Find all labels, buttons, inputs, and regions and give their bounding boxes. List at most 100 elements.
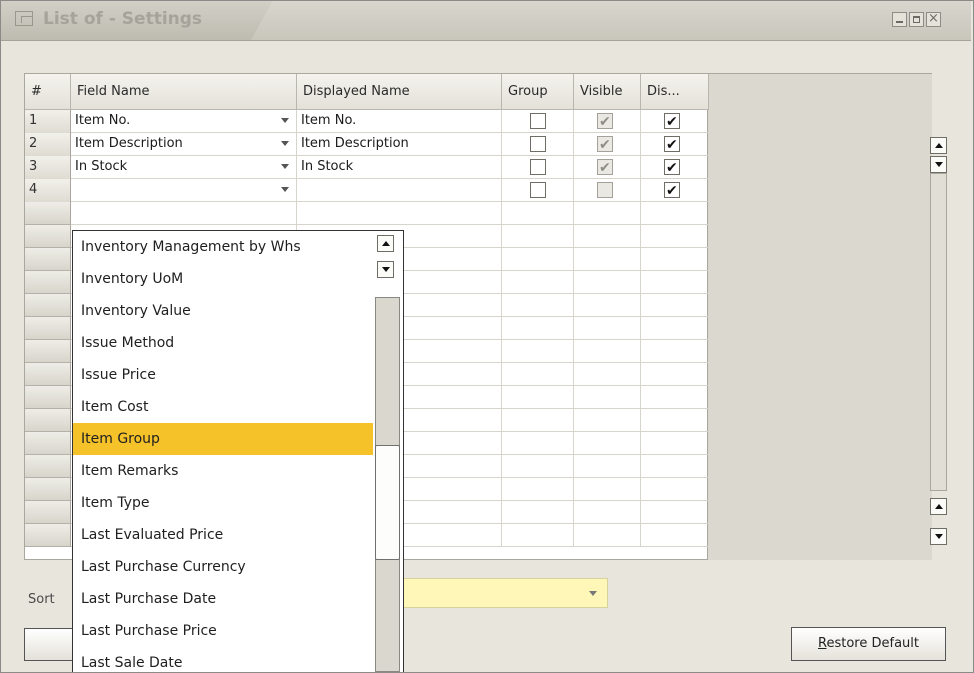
dropdown-scroll-thumb[interactable] <box>375 445 400 560</box>
displayed-name-cell[interactable]: Item No. <box>297 110 502 133</box>
row-number[interactable] <box>25 363 71 386</box>
row-number[interactable] <box>25 524 71 547</box>
chevron-down-icon[interactable] <box>281 164 289 169</box>
displayed-name-cell[interactable]: In Stock <box>297 156 502 179</box>
row-number[interactable] <box>25 386 71 409</box>
list-item[interactable]: Last Purchase Currency <box>73 551 373 583</box>
field-name-cell[interactable]: Item Description <box>71 133 297 156</box>
display-checkbox[interactable] <box>664 157 680 179</box>
display-cell[interactable] <box>641 409 709 432</box>
visible-cell[interactable] <box>574 524 641 547</box>
row-number[interactable]: 2 <box>25 133 71 156</box>
displayed-name-cell[interactable]: Item Description <box>297 133 502 156</box>
grid-scroll-down-button[interactable] <box>930 156 947 173</box>
display-cell[interactable] <box>641 225 709 248</box>
row-number[interactable] <box>25 271 71 294</box>
visible-cell[interactable] <box>574 340 641 363</box>
dropdown-scroll-down-button[interactable] <box>377 261 394 278</box>
group-checkbox[interactable] <box>530 182 546 198</box>
visible-cell[interactable] <box>574 248 641 271</box>
row-number[interactable] <box>25 501 71 524</box>
display-cell[interactable] <box>641 432 709 455</box>
dropdown-scrollbar[interactable] <box>373 231 403 672</box>
list-item[interactable]: Item Type <box>73 487 373 519</box>
ok-button[interactable] <box>24 628 74 661</box>
row-number[interactable] <box>25 340 71 363</box>
grid-scroll-up-button[interactable] <box>930 137 947 154</box>
grid-page-down-button[interactable] <box>930 528 947 545</box>
group-cell[interactable] <box>502 294 574 317</box>
field-name-cell[interactable]: Item No. <box>71 110 297 133</box>
display-cell[interactable] <box>641 317 709 340</box>
group-cell[interactable] <box>502 202 574 225</box>
visible-cell[interactable] <box>574 478 641 501</box>
display-checkbox[interactable] <box>664 134 680 156</box>
visible-cell[interactable] <box>574 271 641 294</box>
maximize-button[interactable] <box>909 12 924 27</box>
restore-default-button[interactable]: Restore Default <box>791 627 946 661</box>
close-button[interactable]: × <box>926 12 941 27</box>
group-cell[interactable] <box>502 340 574 363</box>
chevron-down-icon[interactable] <box>281 187 289 192</box>
display-cell[interactable] <box>641 501 709 524</box>
display-checkbox[interactable] <box>664 180 680 202</box>
field-name-cell[interactable] <box>71 179 297 202</box>
display-cell[interactable] <box>641 524 709 547</box>
row-number[interactable] <box>25 317 71 340</box>
grid-page-up-button[interactable] <box>930 498 947 515</box>
display-cell[interactable] <box>641 478 709 501</box>
display-cell[interactable] <box>641 386 709 409</box>
group-cell[interactable] <box>502 409 574 432</box>
visible-cell[interactable] <box>574 501 641 524</box>
row-number[interactable] <box>25 294 71 317</box>
field-name-dropdown-list[interactable]: Inventory Management by Whs Inventory Uo… <box>72 230 404 672</box>
dropdown-scroll-up-button[interactable] <box>377 235 394 252</box>
list-item[interactable]: Last Purchase Price <box>73 615 373 647</box>
group-cell[interactable] <box>502 524 574 547</box>
group-checkbox[interactable] <box>530 136 546 152</box>
row-number[interactable] <box>25 409 71 432</box>
list-item[interactable]: Issue Method <box>73 327 373 359</box>
list-item[interactable]: Last Sale Date <box>73 647 373 672</box>
list-item[interactable]: Inventory UoM <box>73 263 373 295</box>
visible-cell[interactable] <box>574 409 641 432</box>
row-number[interactable] <box>25 225 71 248</box>
group-cell[interactable] <box>502 455 574 478</box>
group-cell[interactable] <box>502 271 574 294</box>
visible-cell[interactable] <box>574 317 641 340</box>
visible-cell[interactable] <box>574 363 641 386</box>
display-cell[interactable] <box>641 294 709 317</box>
visible-cell[interactable] <box>574 432 641 455</box>
group-cell[interactable] <box>502 317 574 340</box>
display-cell[interactable] <box>641 271 709 294</box>
field-name-cell[interactable]: In Stock <box>71 156 297 179</box>
display-cell[interactable] <box>641 340 709 363</box>
column-header-group[interactable]: Group <box>502 74 574 110</box>
row-number[interactable] <box>25 478 71 501</box>
list-item[interactable]: Issue Price <box>73 359 373 391</box>
minimize-button[interactable] <box>892 12 907 27</box>
title-bar[interactable]: List of - Settings × <box>1 1 971 41</box>
row-number[interactable]: 4 <box>25 179 71 202</box>
group-cell[interactable] <box>502 501 574 524</box>
display-cell[interactable] <box>641 202 709 225</box>
visible-cell[interactable] <box>574 386 641 409</box>
display-cell[interactable] <box>641 455 709 478</box>
visible-cell[interactable] <box>574 455 641 478</box>
group-cell[interactable] <box>502 386 574 409</box>
display-checkbox[interactable] <box>664 111 680 133</box>
display-cell[interactable] <box>641 363 709 386</box>
group-checkbox[interactable] <box>530 113 546 129</box>
chevron-down-icon[interactable] <box>281 141 289 146</box>
list-item-selected[interactable]: Item Group <box>73 423 373 455</box>
chevron-down-icon[interactable] <box>281 118 289 123</box>
column-header-displayed-name[interactable]: Displayed Name <box>297 74 502 110</box>
visible-cell[interactable] <box>574 225 641 248</box>
row-number[interactable] <box>25 455 71 478</box>
list-item[interactable]: Last Purchase Date <box>73 583 373 615</box>
group-cell[interactable] <box>502 225 574 248</box>
group-cell[interactable] <box>502 478 574 501</box>
row-number[interactable] <box>25 432 71 455</box>
list-item[interactable]: Inventory Management by Whs <box>73 231 373 263</box>
column-header-number[interactable]: # <box>25 74 71 110</box>
